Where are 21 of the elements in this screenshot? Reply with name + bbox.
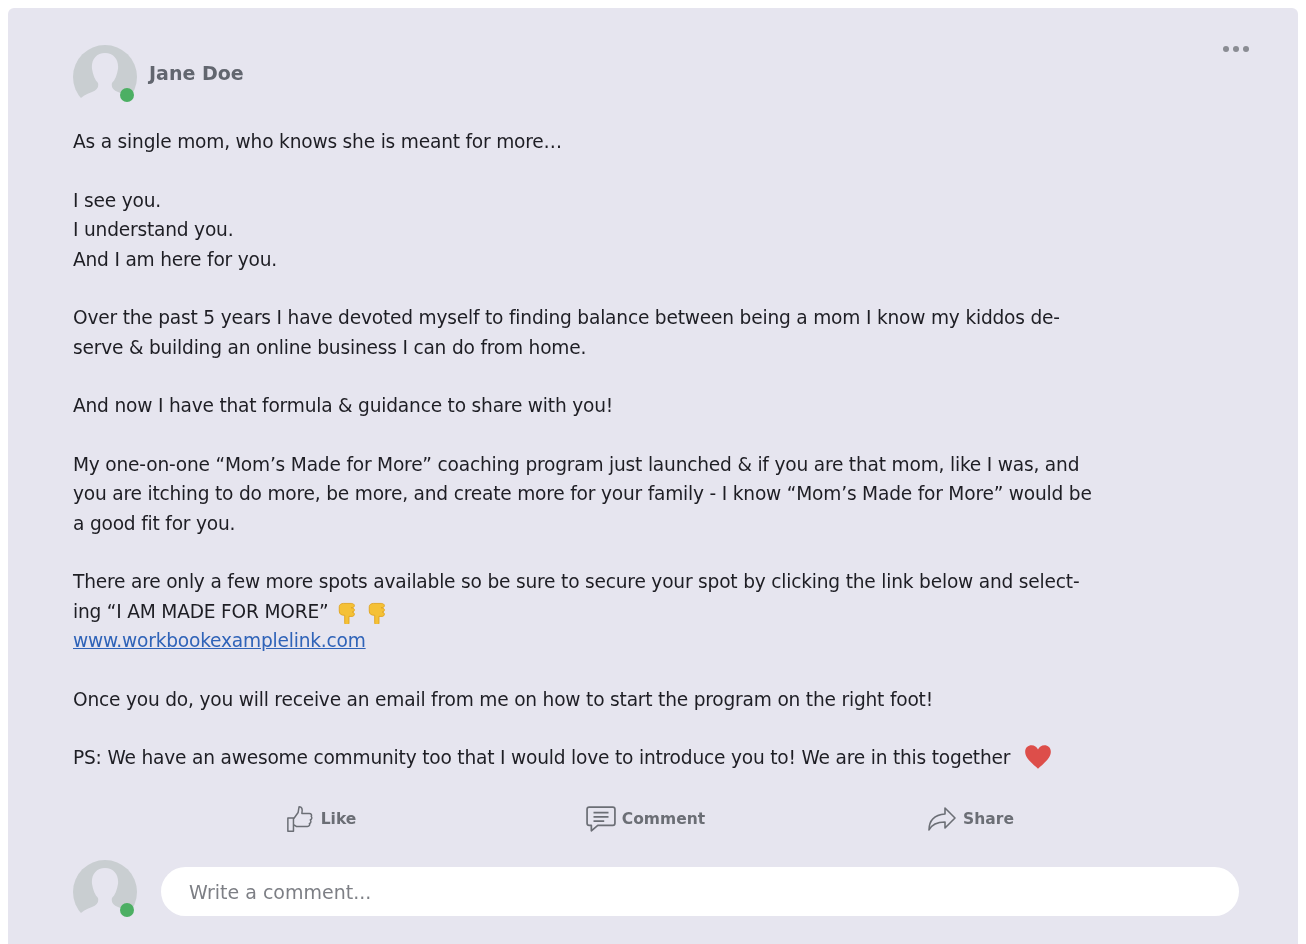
post-paragraph: And now I have that formula & guidance to share with you! [73,394,615,418]
avatar-icon [73,859,137,924]
share-button[interactable]: Share [923,796,1018,841]
like-button[interactable]: Like [280,796,361,841]
avatar-icon [73,45,137,109]
post-paragraph: As a single mom, who knows she is meant for more… [73,130,563,154]
post-paragraph: There are only a few more spots available so be sure to secure your spot by clicking the link below and select- ing “I AM MADE FOR MORE” www.workbookexamplelink.com [73,570,1081,653]
post-paragraph: Over the past 5 years I have devoted myself to finding balance between being a mom I know my kiddos de- serve & building an online business I can do from home. [73,306,1061,360]
post-paragraph: My one-on-one “Mom’s Made for More” coaching program just launched & if you are that mom, like I was, and you are itching to do more, be more, and create more for your family - I know “Mom’s Made for More” would be a good fit for you. [73,452,1093,536]
post-paragraph: I see you. I understand you. And I am here for you. [73,188,278,272]
share-arrow-icon [927,804,958,833]
thumbs-up-icon [284,804,315,833]
post-link[interactable]: www.workbookexamplelink.com [73,630,366,651]
comment-button[interactable]: Comment [581,796,710,841]
author-name[interactable]: Jane Doe [149,62,244,84]
comment-input-field[interactable]: Write a comment... [161,867,1239,916]
more-options-icon[interactable] [1222,45,1250,53]
post-paragraph: PS: We have an awesome community too that I would love to introduce you to! We are in this together [73,743,1250,773]
heart-icon [1024,744,1053,770]
post-paragraph: Once you do, you will receive an email from me on how to start the program on the right foot! [73,687,934,712]
speech-bubble-icon [585,804,616,833]
